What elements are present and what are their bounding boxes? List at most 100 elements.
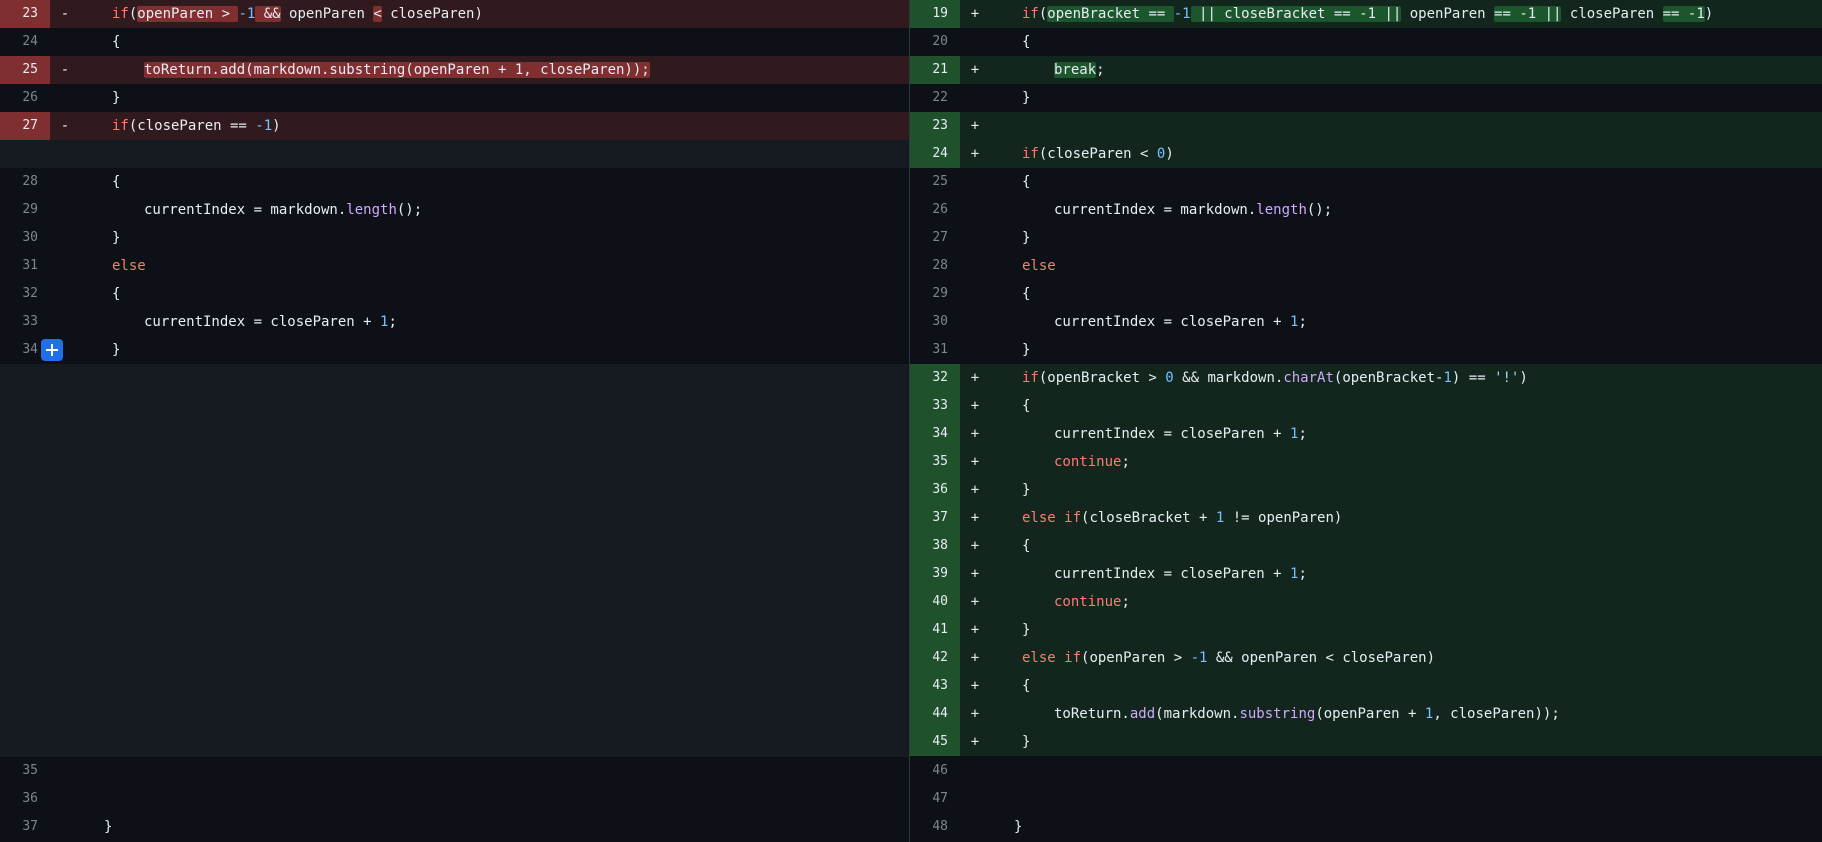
line-number[interactable]: 46 bbox=[910, 757, 960, 785]
line-number[interactable]: 21 bbox=[910, 56, 960, 84]
line-number[interactable]: 33 bbox=[0, 308, 50, 336]
line-number[interactable]: 28 bbox=[0, 168, 50, 196]
code-text: { bbox=[80, 168, 909, 196]
code-token: < bbox=[373, 6, 382, 22]
code-text: } bbox=[80, 224, 909, 252]
code-token: ) bbox=[1704, 6, 1714, 22]
code-text: { bbox=[990, 672, 1822, 700]
code-text: { bbox=[80, 28, 909, 56]
code-token: length bbox=[346, 202, 397, 218]
line-number[interactable]: 32 bbox=[910, 364, 960, 392]
expand-lines-button[interactable] bbox=[41, 339, 63, 361]
diff-line: 32 { bbox=[0, 280, 909, 308]
code-token: { bbox=[1022, 174, 1031, 190]
code-token: ; bbox=[1298, 566, 1307, 582]
code-token: } bbox=[1022, 90, 1031, 106]
diff-line: 37} bbox=[0, 813, 909, 841]
code-text: currentIndex = closeParen + 1; bbox=[990, 560, 1822, 588]
line-number[interactable]: 30 bbox=[910, 308, 960, 336]
line-number[interactable]: 24 bbox=[0, 28, 50, 56]
line-number[interactable]: 19 bbox=[910, 0, 960, 28]
diff-marker: + bbox=[970, 482, 980, 498]
line-number[interactable]: 44 bbox=[910, 700, 960, 728]
line-number[interactable]: 22 bbox=[910, 84, 960, 112]
line-number[interactable]: 34 bbox=[910, 420, 960, 448]
line-number[interactable]: 27 bbox=[910, 224, 960, 252]
line-number[interactable]: 20 bbox=[910, 28, 960, 56]
code-token: add bbox=[1129, 706, 1156, 722]
code-text: if(openBracket > 0 && markdown.charAt(op… bbox=[990, 364, 1822, 392]
diff-marker: + bbox=[970, 146, 980, 162]
code-token: 0 bbox=[1165, 370, 1174, 386]
diff-line: 41 +} bbox=[910, 616, 1822, 644]
code-text: } bbox=[990, 728, 1822, 756]
line-number[interactable]: 39 bbox=[910, 560, 960, 588]
line-number[interactable]: 28 bbox=[910, 252, 960, 280]
code-token: ) bbox=[272, 118, 281, 134]
code-text: } bbox=[990, 476, 1822, 504]
code-text: if(closeParen == -1) bbox=[80, 112, 909, 140]
code-token: currentIndex = closeParen + bbox=[1054, 314, 1291, 330]
line-number[interactable]: 36 bbox=[910, 476, 960, 504]
diff-line: 22} bbox=[910, 84, 1822, 112]
line-number[interactable]: 33 bbox=[910, 392, 960, 420]
line-number[interactable]: 32 bbox=[0, 280, 50, 308]
code-token: (); bbox=[1306, 202, 1333, 218]
code-token: break bbox=[1054, 62, 1097, 78]
line-number[interactable]: 38 bbox=[910, 532, 960, 560]
code-text: { bbox=[990, 532, 1822, 560]
diff-line: 25 { bbox=[910, 168, 1822, 196]
line-number[interactable]: 48 bbox=[910, 813, 960, 841]
diff-line: 45 +} bbox=[910, 728, 1822, 756]
line-number[interactable]: 42 bbox=[910, 644, 960, 672]
diff-line: 36 bbox=[0, 785, 909, 813]
code-token: 1 bbox=[1443, 370, 1452, 386]
code-token: continue bbox=[1054, 454, 1122, 470]
line-number[interactable]: 25 bbox=[0, 56, 50, 84]
code-text: } bbox=[80, 84, 909, 112]
line-number[interactable]: 27 bbox=[0, 112, 50, 140]
line-number[interactable]: 26 bbox=[0, 84, 50, 112]
line-number[interactable]: 29 bbox=[910, 280, 960, 308]
line-number[interactable]: 31 bbox=[0, 252, 50, 280]
diff-marker: - bbox=[60, 6, 70, 22]
line-number[interactable]: 36 bbox=[0, 785, 50, 813]
line-number[interactable]: 30 bbox=[0, 224, 50, 252]
code-text: { bbox=[990, 168, 1822, 196]
diff-line: 34 + currentIndex = closeParen + 1; bbox=[910, 420, 1822, 448]
diff-marker: + bbox=[970, 62, 980, 78]
code-token: currentIndex = closeParen + bbox=[144, 314, 381, 330]
line-number[interactable]: 23 bbox=[910, 112, 960, 140]
line-number[interactable] bbox=[0, 140, 50, 168]
code-token: length bbox=[1256, 202, 1307, 218]
line-number[interactable]: 24 bbox=[910, 140, 960, 168]
code-token: openParen > bbox=[137, 6, 239, 22]
diff-line: 31} bbox=[910, 336, 1822, 364]
line-number[interactable]: 40 bbox=[910, 588, 960, 616]
line-number[interactable]: 35 bbox=[910, 448, 960, 476]
line-number[interactable]: 23 bbox=[0, 0, 50, 28]
line-number[interactable]: 43 bbox=[910, 672, 960, 700]
line-number[interactable]: 37 bbox=[0, 813, 50, 841]
code-text: currentIndex = closeParen + 1; bbox=[80, 308, 909, 336]
diff-line: 26 currentIndex = markdown.length(); bbox=[910, 196, 1822, 224]
diff-marker: + bbox=[970, 538, 980, 554]
line-number[interactable]: 45 bbox=[910, 728, 960, 756]
code-token: } bbox=[1014, 819, 1023, 835]
code-token: -1 bbox=[1173, 6, 1191, 22]
diff-blank-row bbox=[0, 140, 909, 168]
code-token: toReturn.add(markdown.substring(openPare… bbox=[144, 62, 650, 78]
line-number[interactable]: 37 bbox=[910, 504, 960, 532]
line-number[interactable]: 29 bbox=[0, 196, 50, 224]
line-number[interactable]: 31 bbox=[910, 336, 960, 364]
diff-line: 27} bbox=[910, 224, 1822, 252]
line-number[interactable]: 25 bbox=[910, 168, 960, 196]
line-number[interactable]: 26 bbox=[910, 196, 960, 224]
line-number[interactable]: 47 bbox=[910, 785, 960, 813]
diff-line: 43 + { bbox=[910, 672, 1822, 700]
code-text: } bbox=[990, 336, 1822, 364]
code-token: closeParen bbox=[1561, 6, 1663, 22]
code-token: (openBracket- bbox=[1333, 370, 1444, 386]
line-number[interactable]: 41 bbox=[910, 616, 960, 644]
line-number[interactable]: 35 bbox=[0, 757, 50, 785]
